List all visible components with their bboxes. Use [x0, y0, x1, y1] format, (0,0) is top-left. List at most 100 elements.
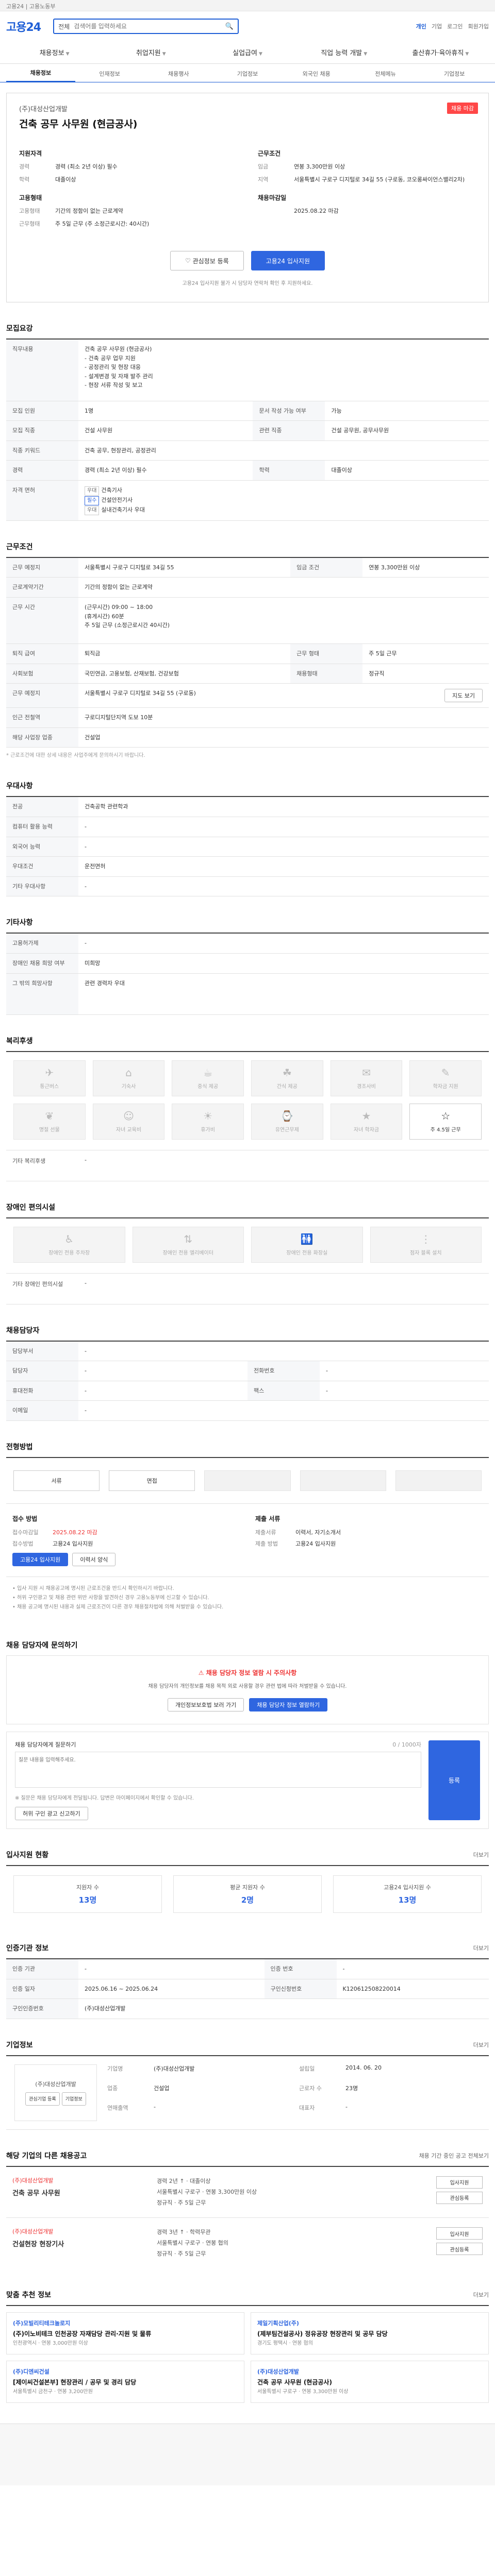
report-button[interactable]: 허위 구인 광고 신고하기: [15, 1806, 88, 1820]
section-title: 채용담당자: [6, 1326, 40, 1335]
more-link[interactable]: 더보기: [473, 1944, 489, 1952]
posting-apply-button[interactable]: 입사지원: [436, 2176, 483, 2189]
disabled-detail: 기타 장애인 편의시설 -: [6, 1274, 489, 1304]
inquiry-textarea[interactable]: [15, 1751, 421, 1788]
row-value: 1명: [78, 401, 253, 421]
table-row: 우대조건 운전면허: [6, 856, 489, 877]
recommend-card[interactable]: (주)대성산업개발 건축 공무 사무원 (현금공사) 서울특별시 구로구 · 연봉 …: [251, 2361, 489, 2403]
recommend-card[interactable]: 제일기획산업(주) (제부팀건설공사) 정유공장 현장관리 및 공무 담당 경기도 …: [251, 2312, 489, 2355]
search-icon[interactable]: 🔍: [225, 23, 234, 30]
row-key: 그 밖의 희망사항: [6, 973, 78, 1015]
table-row: 담당자 - 전화번호 -: [6, 1361, 489, 1381]
summary-heading: 고용형태: [19, 194, 42, 201]
row-key: 구인신청번호: [264, 1979, 337, 1999]
tab-jobs[interactable]: 채용정보: [6, 69, 75, 82]
search-input[interactable]: [74, 23, 225, 30]
table-row: 고용허가제 -: [6, 933, 489, 954]
tab-all-menu[interactable]: 전체메뉴: [351, 70, 420, 82]
apply-button[interactable]: 고용24 입사지원: [251, 251, 325, 270]
summary-value: 서울특별시 구로구 디지털로 34길 55 (구로동, 코오롱싸이언스밸리2차): [294, 176, 465, 183]
posting-meta-line: 서울특별시 구로구 · 연봉 협의: [157, 2240, 228, 2247]
company-box: (주)대성산업개발 관심기업 등록 기업정보 기업명 (주)대성산업개발 설립일 2…: [6, 2055, 489, 2130]
welfare-item: ❦ 명절 선물: [13, 1103, 86, 1140]
welfare-label: 자녀 교육비: [116, 1127, 142, 1133]
row-value: -: [78, 1400, 489, 1421]
gnb-item-jobs[interactable]: 채용정보 ▼: [6, 47, 103, 57]
posting-title[interactable]: 건설현장 현장기사: [12, 2239, 146, 2248]
gnb-item-support[interactable]: 취업지원 ▼: [103, 47, 199, 57]
recommend-card[interactable]: (주)디엔씨건설 [제이씨건설본부] 현장관리 / 공무 및 경리 담당 서울특별시…: [6, 2361, 244, 2403]
tab-talent[interactable]: 인재정보: [75, 70, 144, 82]
manager-table: 담당부서 - 담당자 - 전화번호 - 휴대전화 - 팩스 - 이메일 -: [6, 1340, 489, 1421]
row-key: 컴퓨터 활용 능력: [6, 817, 78, 837]
stat-label: 고용24 입사지원 수: [384, 1884, 431, 1891]
recruit-section: 모집요강 직무내용 건축 공무 사무원 (현금공사) - 건축 공무 업무 지원…: [6, 302, 489, 521]
gift-icon: ✉: [362, 1066, 371, 1079]
posting-title[interactable]: 건축 공무 사무원: [12, 2188, 146, 2197]
sub-tabs: 채용정보 인재정보 채용행사 기업정보 외국인 채용 전체메뉴 기업정보: [0, 64, 495, 82]
header-link-join[interactable]: 회원가입: [468, 22, 489, 30]
detail-value: -: [85, 1156, 87, 1163]
posting-interest-button[interactable]: 관심등록: [436, 2191, 483, 2204]
rec-title: 건축 공무 사무원 (현금공사): [257, 2378, 332, 2386]
apply-row: 접수방법 고용24 입사지원: [12, 1539, 240, 1548]
table-row: 기타 우대사항 -: [6, 876, 489, 897]
tab-foreign[interactable]: 외국인 채용: [282, 70, 351, 82]
welfare-item: ✈ 통근버스: [13, 1060, 86, 1096]
header-link-personal[interactable]: 개인: [416, 22, 426, 30]
gnb-item-benefits[interactable]: 실업급여 ▼: [199, 47, 295, 57]
tab-company[interactable]: 기업정보: [213, 70, 282, 82]
header-link-login[interactable]: 로그인: [447, 22, 463, 30]
row-key: 휴대전화: [6, 1381, 78, 1401]
posting-apply-button[interactable]: 입사지원: [436, 2227, 483, 2240]
gnb-item-leave[interactable]: 출산휴가·육아휴직 ▼: [392, 47, 489, 57]
more-link[interactable]: 더보기: [473, 1851, 489, 1859]
detail-key: 기타 복리후생: [12, 1157, 46, 1164]
tab-company-info[interactable]: 기업정보: [420, 70, 489, 82]
summary-value: 주 5일 근무 (주 소정근로시간: 40시간): [55, 220, 150, 227]
view-manager-button[interactable]: 채용 담당자 정보 열람하기: [249, 1698, 328, 1711]
section-title: 우대사항: [6, 782, 33, 791]
cert-tag: 우대: [85, 505, 100, 515]
apply-button-secondary[interactable]: 고용24 입사지원: [12, 1552, 69, 1566]
row-value: 국민연금, 고용보험, 산재보험, 건강보험: [78, 664, 291, 684]
posting-meta-line: 서울특별시 구로구 · 연봉 3,300만원 이상: [157, 2188, 257, 2195]
process-step: [395, 1470, 482, 1491]
rec-meta: 인천광역시 · 연봉 3,000만원 이상: [13, 2341, 88, 2347]
table-row: 사회보험 국민연금, 고용보험, 산재보험, 건강보험 채용형태 정규직: [6, 664, 489, 684]
company-view-button[interactable]: 기업정보: [61, 2092, 86, 2106]
apply-buttons: 고용24 입사지원 이력서 양식: [12, 1552, 240, 1566]
privacy-law-button[interactable]: 개인정보보호법 보러 가기: [167, 1698, 244, 1711]
row-value: (근무시간) 09:00 ~ 18:00 (휴게시간) 60분 주 5일 근무 …: [78, 597, 489, 645]
facility-item: ⋮ 점자 블록 설치: [370, 1226, 482, 1263]
present-icon: ❦: [45, 1110, 54, 1123]
posting-interest-button[interactable]: 관심등록: [436, 2243, 483, 2256]
company-interest-button[interactable]: 관심기업 등록: [25, 2092, 60, 2106]
recommend-section: 맞춤 추천 정보 더보기 (주)모빌리티테크놀로지 (주)이노비테크 인천공장 자재…: [6, 2269, 489, 2403]
recommend-card[interactable]: (주)모빌리티테크놀로지 (주)이노비테크 인천공장 자재담당 관리·지원 및 물…: [6, 2312, 244, 2355]
header-link-company[interactable]: 기업: [432, 22, 442, 30]
more-link[interactable]: 더보기: [473, 2291, 489, 2299]
row-value: 건설업: [78, 727, 489, 748]
site-logo[interactable]: 고용24: [6, 18, 41, 35]
posting-main: (주)대성산업개발 건설현장 현장기사: [12, 2227, 146, 2260]
recruit-table: 직무내용 건축 공무 사무원 (현금공사) - 건축 공무 업무 지원 - 공정…: [6, 338, 489, 521]
more-link[interactable]: 더보기: [473, 2041, 489, 2049]
more-link[interactable]: 채용 기간 중인 공고 전체보기: [419, 2151, 489, 2160]
gnb-item-training[interactable]: 직업 능력 개발 ▼: [296, 47, 392, 57]
inquiry-header: 채용 담당자에게 질문하기 0 / 1000자: [15, 1740, 421, 1749]
list-item[interactable]: (주)대성산업개발 건설현장 현장기사 경력 3년 ↑ · 학력무관 서울특별시 구…: [6, 2217, 489, 2269]
company-name[interactable]: (주)대성산업개발: [19, 104, 476, 113]
row-value: 미희망: [78, 953, 489, 974]
summary-row: 근무형태 주 5일 근무 (주 소정근로시간: 40시간): [19, 220, 237, 229]
list-item[interactable]: (주)대성산업개발 건축 공무 사무원 경력 2년 ↑ · 대졸이상 서울특별시 구…: [6, 2165, 489, 2218]
interest-button[interactable]: ♡ 관심정보 등록: [170, 251, 244, 270]
inquiry-submit-button[interactable]: 등록: [428, 1740, 480, 1820]
tab-events[interactable]: 채용행사: [144, 70, 213, 82]
row-value: 퇴직금: [78, 643, 291, 664]
search-scope-select[interactable]: 전체: [58, 22, 70, 31]
resume-form-button[interactable]: 이력서 양식: [72, 1552, 116, 1566]
row-key: 담당자: [6, 1361, 78, 1381]
map-button[interactable]: 지도 보기: [444, 689, 483, 703]
table-row: 모집 직종 건설 사무원 관련 직종 건설 공무원, 공무사무원: [6, 420, 489, 441]
